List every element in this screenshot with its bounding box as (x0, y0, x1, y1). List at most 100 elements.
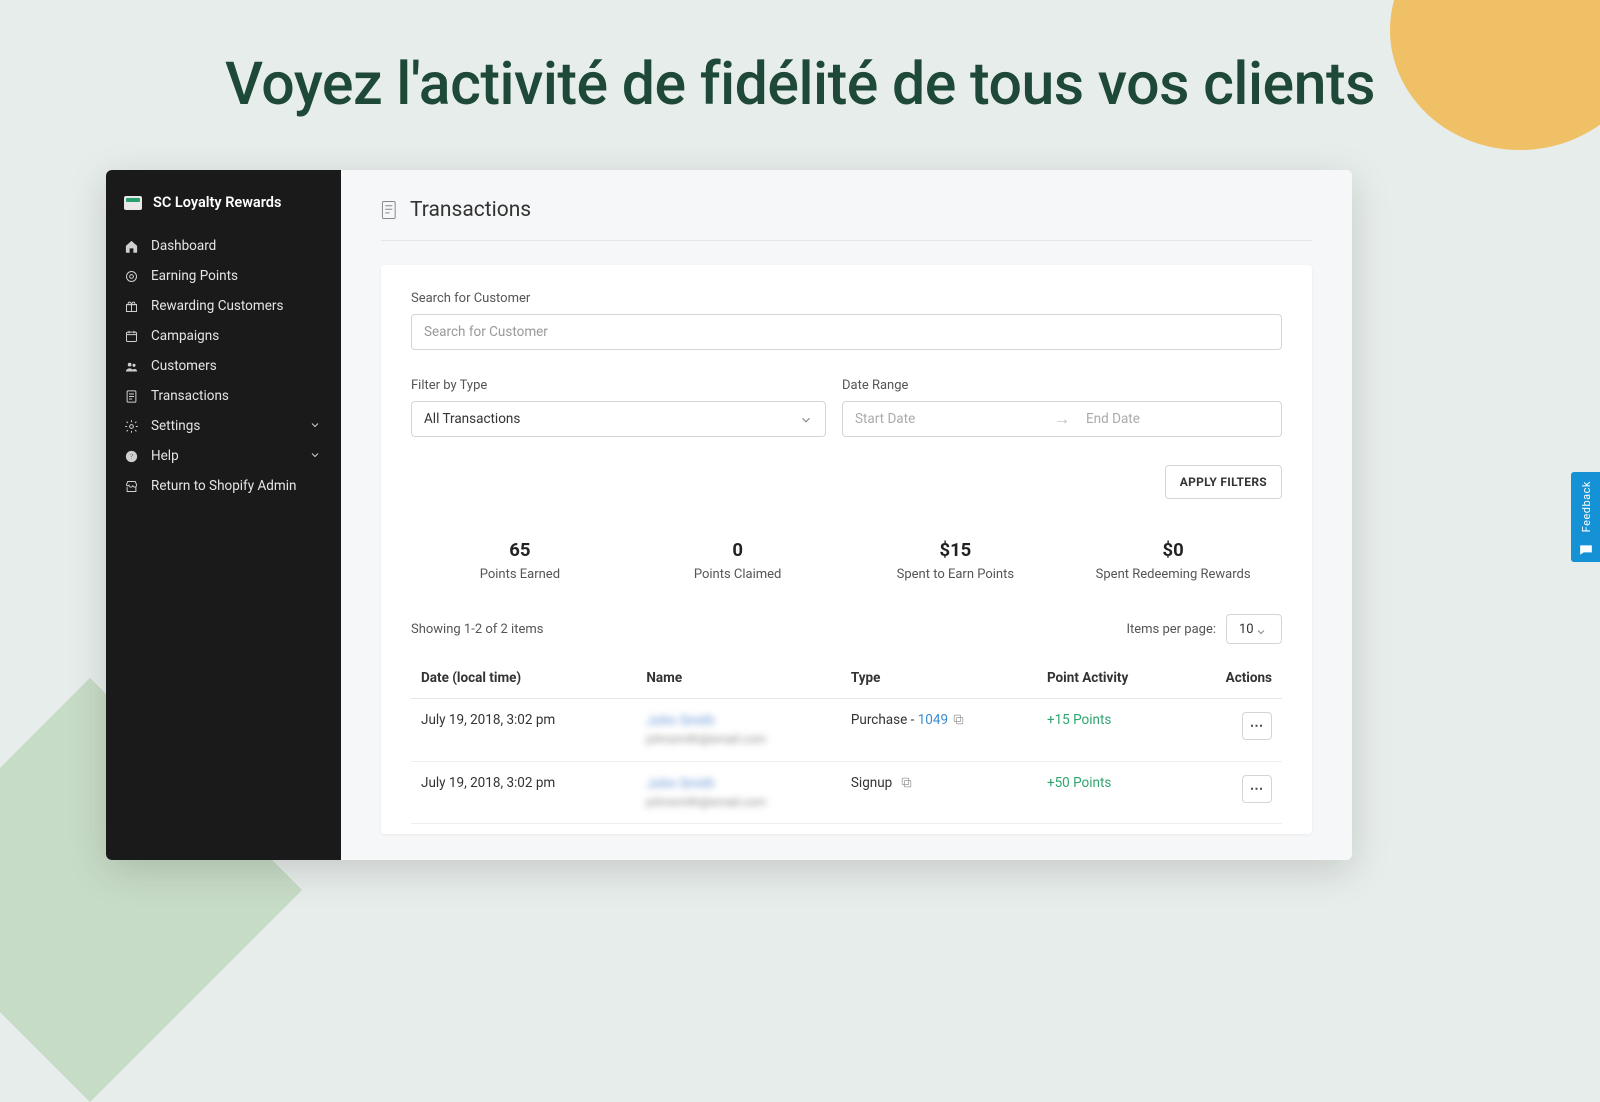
sidebar-item-label: Campaigns (151, 328, 219, 344)
date-range-picker[interactable]: → (842, 401, 1282, 437)
copy-icon[interactable] (900, 776, 913, 789)
hero: Voyez l'activité de fidélité de tous vos… (0, 50, 1600, 119)
table-row: July 19, 2018, 3:02 pm John Smith johnsm… (411, 761, 1282, 824)
arrow-right-icon: → (1050, 409, 1074, 429)
chevron-down-icon (799, 413, 813, 427)
items-per-page-label: Items per page: (1126, 622, 1216, 637)
stat-value: 0 (629, 539, 847, 561)
table-row: July 19, 2018, 3:02 pm John Smith johnsm… (411, 699, 1282, 762)
document-icon (381, 200, 398, 220)
stat-value: $0 (1064, 539, 1282, 561)
gear-icon (124, 419, 139, 434)
transactions-table: Date (local time) Name Type Point Activi… (411, 658, 1282, 824)
sidebar-item-label: Transactions (151, 388, 229, 404)
sidebar-item-dashboard[interactable]: Dashboard (106, 231, 341, 261)
sidebar-item-campaigns[interactable]: Campaigns (106, 321, 341, 351)
customer-name-link[interactable]: John Smith (646, 712, 831, 731)
items-per-page-value: 10 (1239, 622, 1254, 637)
stat-spent-earn: $15 Spent to Earn Points (847, 539, 1065, 582)
order-link[interactable]: 1049 (918, 712, 948, 728)
cell-name: John Smith johnsmith@email.com (636, 699, 841, 762)
home-icon (124, 239, 139, 254)
stat-value: $15 (847, 539, 1065, 561)
app-window: SC Loyalty Rewards Dashboard Earning Poi… (106, 170, 1352, 860)
sidebar-item-label: Earning Points (151, 268, 238, 284)
row-actions-button[interactable]: ⋯ (1242, 712, 1272, 740)
sidebar-item-transactions[interactable]: Transactions (106, 381, 341, 411)
sidebar-item-help[interactable]: ? Help (106, 441, 341, 471)
stat-label: Spent to Earn Points (847, 567, 1065, 582)
col-type: Type (841, 658, 1037, 699)
filters-card: Search for Customer Filter by Type All T… (381, 265, 1312, 834)
cell-activity: +15 Points (1037, 699, 1185, 762)
brand: SC Loyalty Rewards (106, 186, 341, 231)
sidebar-item-return-shopify[interactable]: Return to Shopify Admin (106, 471, 341, 501)
type-prefix: Signup (851, 775, 896, 791)
filter-type-label: Filter by Type (411, 378, 826, 393)
page-title-text: Transactions (410, 198, 531, 222)
stat-points-claimed: 0 Points Claimed (629, 539, 847, 582)
sidebar-item-label: Settings (151, 418, 200, 434)
date-range-label: Date Range (842, 378, 1282, 393)
sidebar-item-label: Customers (151, 358, 217, 374)
target-icon (124, 269, 139, 284)
stat-label: Spent Redeeming Rewards (1064, 567, 1282, 582)
copy-icon[interactable] (952, 713, 965, 726)
hero-title: Voyez l'activité de fidélité de tous vos… (225, 50, 1375, 119)
stat-label: Points Claimed (629, 567, 847, 582)
customer-email: johnsmith@email.com (646, 794, 831, 811)
main-content: Transactions Search for Customer Filter … (341, 170, 1352, 860)
sidebar: SC Loyalty Rewards Dashboard Earning Poi… (106, 170, 341, 860)
sidebar-item-rewarding-customers[interactable]: Rewarding Customers (106, 291, 341, 321)
help-icon: ? (124, 449, 139, 464)
brand-icon (124, 196, 142, 210)
cell-type: Signup (841, 761, 1037, 824)
items-per-page-select[interactable]: 10 (1226, 614, 1282, 644)
stat-spent-redeem: $0 Spent Redeeming Rewards (1064, 539, 1282, 582)
showing-text: Showing 1-2 of 2 items (411, 622, 543, 637)
sidebar-item-label: Help (151, 448, 179, 464)
type-prefix: Purchase - (851, 712, 918, 728)
stat-points-earned: 65 Points Earned (411, 539, 629, 582)
start-date-input[interactable] (843, 402, 1050, 436)
filter-type-value: All Transactions (424, 411, 520, 427)
sidebar-item-earning-points[interactable]: Earning Points (106, 261, 341, 291)
calendar-icon (124, 329, 139, 344)
cell-date: July 19, 2018, 3:02 pm (411, 761, 636, 824)
search-input[interactable] (411, 314, 1282, 350)
cell-date: July 19, 2018, 3:02 pm (411, 699, 636, 762)
col-actions: Actions (1185, 658, 1282, 699)
page-title: Transactions (381, 198, 1312, 241)
document-icon (124, 389, 139, 404)
sidebar-item-settings[interactable]: Settings (106, 411, 341, 441)
cell-name: John Smith johnsmith@email.com (636, 761, 841, 824)
store-icon (124, 479, 139, 494)
users-icon (124, 359, 139, 374)
stat-label: Points Earned (411, 567, 629, 582)
apply-filters-button[interactable]: APPLY FILTERS (1165, 465, 1282, 499)
customer-email: johnsmith@email.com (646, 731, 831, 748)
cell-type: Purchase - 1049 (841, 699, 1037, 762)
chevron-down-icon (309, 449, 323, 463)
chevron-down-icon (1255, 626, 1269, 640)
sidebar-item-label: Dashboard (151, 238, 216, 254)
filter-type-select[interactable]: All Transactions (411, 401, 826, 437)
sidebar-item-label: Rewarding Customers (151, 298, 283, 314)
search-label: Search for Customer (411, 291, 1282, 306)
feedback-tab[interactable]: Feedback (1571, 472, 1600, 562)
brand-name: SC Loyalty Rewards (153, 194, 281, 211)
cell-activity: +50 Points (1037, 761, 1185, 824)
col-date: Date (local time) (411, 658, 636, 699)
chat-icon (1579, 541, 1593, 553)
col-activity: Point Activity (1037, 658, 1185, 699)
sidebar-item-customers[interactable]: Customers (106, 351, 341, 381)
stat-value: 65 (411, 539, 629, 561)
end-date-input[interactable] (1074, 402, 1281, 436)
row-actions-button[interactable]: ⋯ (1242, 775, 1272, 803)
chevron-down-icon (309, 419, 323, 433)
sidebar-item-label: Return to Shopify Admin (151, 478, 297, 494)
svg-text:?: ? (130, 452, 134, 461)
stats-row: 65 Points Earned 0 Points Claimed $15 Sp… (411, 539, 1282, 582)
customer-name-link[interactable]: John Smith (646, 775, 831, 794)
feedback-label: Feedback (1580, 481, 1593, 532)
